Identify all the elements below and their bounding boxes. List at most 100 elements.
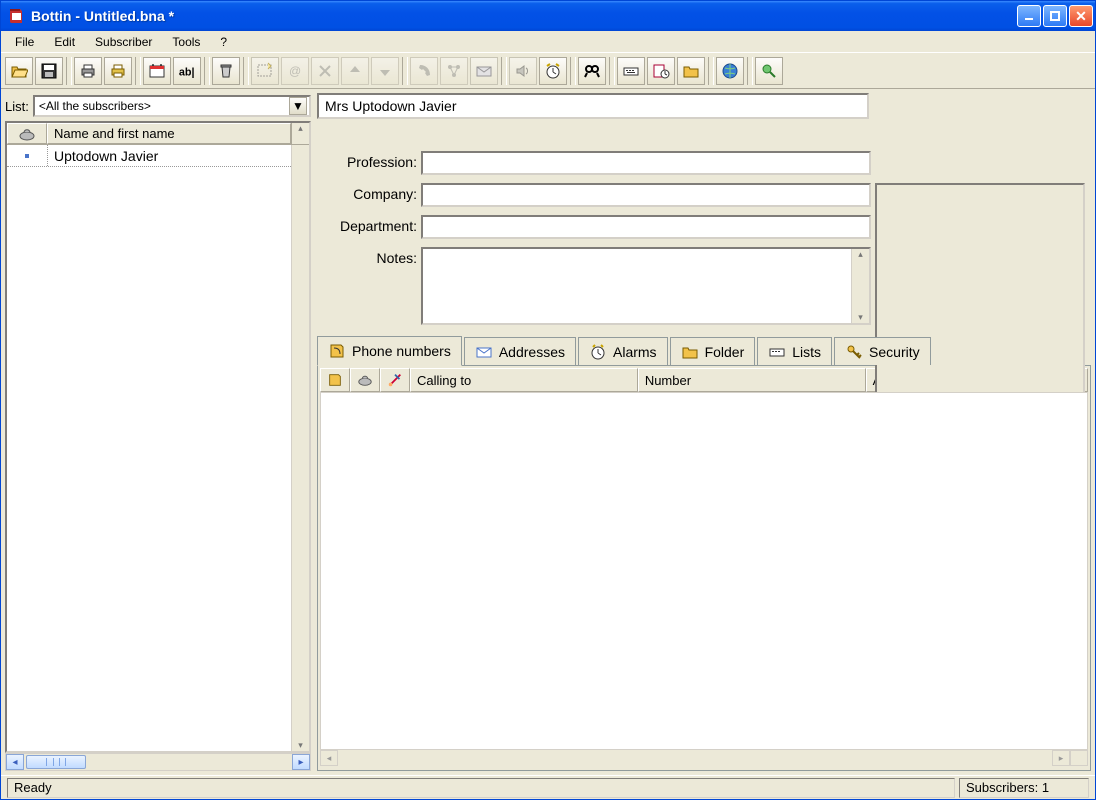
list-selected-value: <All the subscribers>	[39, 99, 289, 113]
contact-list: Name and first name ▴ Uptodown Javier ▾	[5, 121, 311, 753]
menu-edit[interactable]: Edit	[44, 33, 85, 51]
company-label: Company:	[317, 183, 417, 202]
list-hscroll[interactable]: ◂ ▸	[5, 753, 311, 771]
clock-icon	[589, 343, 607, 361]
calendar-icon[interactable]	[143, 57, 171, 85]
trash-icon[interactable]	[212, 57, 240, 85]
chevron-down-icon[interactable]: ▼	[289, 97, 307, 115]
tab-label: Lists	[792, 344, 821, 360]
subscriber-name-value: Mrs Uptodown Javier	[325, 98, 457, 114]
statusbar: Ready Subscribers: 1	[1, 775, 1095, 799]
phone-hscroll[interactable]: ◂ ▸	[320, 750, 1088, 768]
find-icon[interactable]	[578, 57, 606, 85]
keyboard-tab-icon	[768, 343, 786, 361]
close-button[interactable]: ✕	[1069, 5, 1093, 27]
tab-lists[interactable]: Lists	[757, 337, 832, 365]
notes-label: Notes:	[317, 247, 417, 266]
scroll-up-icon[interactable]: ▴	[291, 123, 309, 144]
tab-phone[interactable]: Phone numbers	[317, 336, 462, 366]
tab-label: Addresses	[499, 344, 565, 360]
window-title: Bottin - Untitled.bna *	[31, 8, 1017, 24]
toolbar: ab| @	[1, 53, 1095, 89]
phone-col-icon3[interactable]	[380, 368, 410, 392]
new-select-icon[interactable]	[251, 57, 279, 85]
list-item-name: Uptodown Javier	[47, 145, 291, 166]
app-icon	[7, 7, 25, 25]
folder-icon[interactable]	[677, 57, 705, 85]
print-preview-icon[interactable]	[104, 57, 132, 85]
down-icon[interactable]	[371, 57, 399, 85]
maximize-button[interactable]	[1043, 5, 1067, 27]
network-icon[interactable]	[440, 57, 468, 85]
phone-header-calling[interactable]: Calling to	[410, 368, 638, 392]
list-label: List:	[5, 99, 29, 114]
globe-icon[interactable]	[716, 57, 744, 85]
alarm-clock-icon[interactable]	[539, 57, 567, 85]
company-input[interactable]	[421, 183, 871, 207]
status-count: Subscribers: 1	[959, 778, 1089, 798]
scroll-left-icon[interactable]: ◂	[320, 750, 338, 766]
schedule-icon[interactable]	[647, 57, 675, 85]
scroll-thumb[interactable]	[26, 755, 86, 769]
speaker-icon[interactable]	[509, 57, 537, 85]
list-item[interactable]: Uptodown Javier	[7, 145, 291, 167]
keyboard-icon[interactable]	[617, 57, 645, 85]
tab-label: Phone numbers	[352, 343, 451, 359]
left-panel: List: <All the subscribers> ▼ Name and f…	[5, 93, 311, 771]
tab-label: Security	[869, 344, 920, 360]
scroll-left-icon[interactable]: ◂	[6, 754, 24, 770]
rename-icon[interactable]: ab|	[173, 57, 201, 85]
list-header-name[interactable]: Name and first name	[47, 123, 291, 144]
key-icon	[845, 343, 863, 361]
phone-col-icon2[interactable]	[350, 368, 380, 392]
tab-label: Alarms	[613, 344, 657, 360]
tab-security[interactable]: Security	[834, 337, 931, 365]
link-icon[interactable]: @	[281, 57, 309, 85]
tab-addresses[interactable]: Addresses	[464, 337, 576, 365]
folder-tab-icon	[681, 343, 699, 361]
menu-file[interactable]: File	[5, 33, 44, 51]
tab-content-phone: Calling to Number Area ... Country ▴ ◂ ▸	[317, 365, 1091, 771]
phone-header-number[interactable]: Number	[638, 368, 866, 392]
menu-help[interactable]: ?	[210, 33, 237, 51]
menu-subscriber[interactable]: Subscriber	[85, 33, 162, 51]
department-input[interactable]	[421, 215, 871, 239]
phone-book-icon	[328, 342, 346, 360]
phone-icon[interactable]	[410, 57, 438, 85]
scroll-down-icon[interactable]: ▾	[291, 145, 309, 751]
app-window: Bottin - Untitled.bna * ✕ File Edit Subs…	[0, 0, 1096, 800]
open-icon[interactable]	[5, 57, 33, 85]
titlebar: Bottin - Untitled.bna * ✕	[1, 1, 1095, 31]
profession-label: Profession:	[317, 151, 417, 170]
minimize-button[interactable]	[1017, 5, 1041, 27]
subscriber-name-field[interactable]: Mrs Uptodown Javier	[317, 93, 869, 119]
status-message: Ready	[7, 778, 955, 798]
content-area: List: <All the subscribers> ▼ Name and f…	[1, 89, 1095, 775]
phone-table-body	[320, 392, 1088, 750]
phone-col-icon1[interactable]	[320, 368, 350, 392]
svg-text:ab|: ab|	[179, 66, 195, 78]
tab-label: Folder	[705, 344, 745, 360]
svg-text:@: @	[289, 64, 301, 78]
scroll-right-icon[interactable]: ▸	[292, 754, 310, 770]
delete-icon[interactable]	[311, 57, 339, 85]
profession-input[interactable]	[421, 151, 871, 175]
menu-tools[interactable]: Tools	[162, 33, 210, 51]
department-label: Department:	[317, 215, 417, 234]
scroll-up-icon[interactable]: ▴	[858, 249, 863, 260]
mail-icon[interactable]	[470, 57, 498, 85]
envelope-icon	[475, 343, 493, 361]
tab-alarms[interactable]: Alarms	[578, 337, 668, 365]
scroll-right-icon[interactable]: ▸	[1052, 750, 1070, 766]
list-header-icon-col[interactable]	[7, 123, 47, 144]
pin-icon[interactable]	[755, 57, 783, 85]
list-select[interactable]: <All the subscribers> ▼	[33, 95, 311, 117]
print-icon[interactable]	[74, 57, 102, 85]
scroll-down-icon[interactable]: ▾	[858, 312, 863, 323]
photo-placeholder	[875, 183, 1085, 403]
notes-textarea[interactable]: ▴▾	[421, 247, 871, 325]
tab-folder[interactable]: Folder	[670, 337, 756, 365]
up-icon[interactable]	[341, 57, 369, 85]
save-icon[interactable]	[35, 57, 63, 85]
list-item-bullet-icon	[7, 152, 47, 160]
